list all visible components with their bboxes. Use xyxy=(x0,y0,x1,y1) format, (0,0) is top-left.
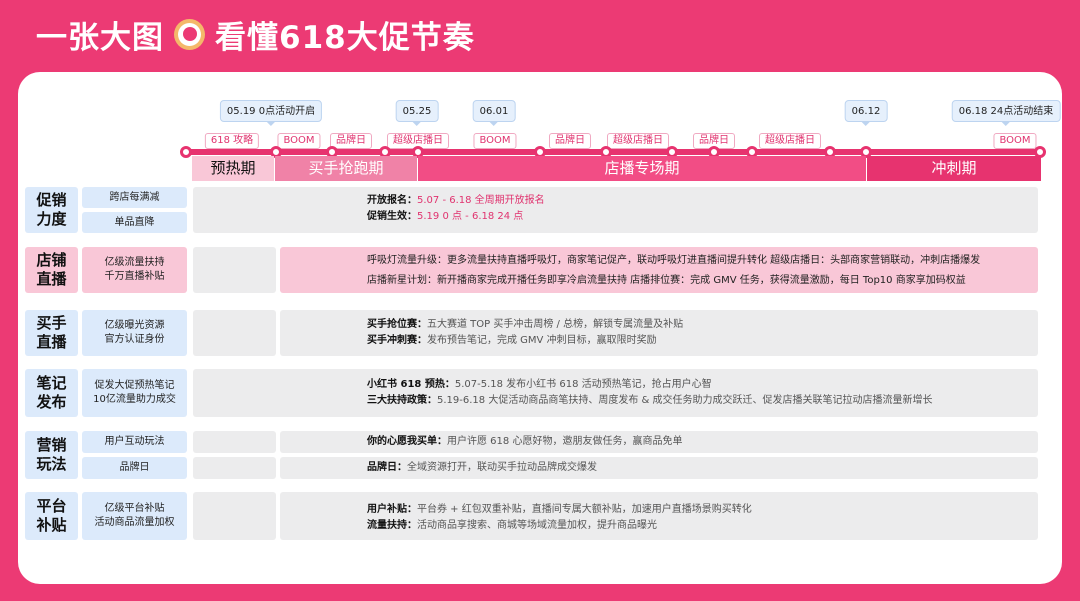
timeline-track xyxy=(186,149,1042,155)
row-detail-line: 你的心愿我买单：用户许愿 618 心愿好物，邀朋友做任务，赢商品免单 xyxy=(367,436,683,447)
row-sublabel: 品牌日 xyxy=(82,457,187,479)
row-band-empty xyxy=(193,431,276,453)
row-detail-line: 流量扶持：活动商品享搜索、商城等场域流量加权，提升商品曝光 xyxy=(367,520,657,531)
row-label-marketing: 营销 玩法 xyxy=(25,431,78,479)
row-sublabel: 亿级曝光资源 官方认证身份 xyxy=(82,310,187,356)
phase-sprint: 冲刺期 xyxy=(867,156,1041,181)
event-tag: 超级店播日 xyxy=(607,133,669,149)
title-text-after: 看懂618大促节奏 xyxy=(215,19,475,56)
event-tag: BOOM xyxy=(473,133,517,149)
page-title: 一张大图 看懂618大促节奏 xyxy=(36,12,475,56)
event-tag: 618 攻略 xyxy=(204,133,260,149)
row-label-promotion: 促销 力度 xyxy=(25,187,78,233)
date-pin-0601: 06.01 xyxy=(472,100,516,122)
row-sublabel: 促发大促预热笔记 10亿流量助力成交 xyxy=(82,369,187,417)
target-ring-icon xyxy=(174,18,205,50)
event-tag: 品牌日 xyxy=(549,133,591,149)
phase-buyer-rush: 买手抢跑期 xyxy=(275,156,417,181)
row-detail-line: 呼吸灯流量升级：更多流量扶持直播呼吸灯，商家笔记促产，联动呼吸灯进直播间提升转化… xyxy=(367,255,981,266)
date-pin-0519: 05.19 0点活动开启 xyxy=(219,100,323,122)
row-detail-line: 品牌日：全域资源打开，联动买手拉动品牌成交爆发 xyxy=(367,462,597,473)
row-label-store-live: 店铺 直播 xyxy=(25,247,78,293)
row-sublabel: 亿级流量扶持 千万直播补贴 xyxy=(82,247,187,293)
timeline-node xyxy=(180,146,192,158)
row-band-empty xyxy=(193,492,276,540)
row-band-empty xyxy=(193,457,276,479)
row-label-buyer-live: 买手 直播 xyxy=(25,310,78,356)
title-text-before: 一张大图 xyxy=(36,19,164,56)
row-label-notes: 笔记 发布 xyxy=(25,369,78,417)
date-pin-0612: 06.12 xyxy=(844,100,888,122)
row-detail-line: 店播新星计划：新开播商家完成开播任务即享冷启流量扶持 店播排位赛：完成 GMV … xyxy=(367,275,966,286)
event-tag: 超级店播日 xyxy=(759,133,821,149)
row-label-subsidy: 平台 补贴 xyxy=(25,492,78,540)
event-tag: BOOM xyxy=(277,133,321,149)
row-detail-line: 买手抢位赛：五大赛道 TOP 买手冲击周榜 / 总榜，解锁专属流量及补贴 xyxy=(367,319,684,330)
row-detail-line: 用户补贴：平台券 + 红包双重补贴，直播间专属大额补贴，加速用户直播场景购买转化 xyxy=(367,504,752,515)
date-pin-0618: 06.18 24点活动结束 xyxy=(951,100,1061,122)
row-sublabel: 用户互动玩法 xyxy=(82,431,187,453)
row-detail-line: 三大扶持政策：5.19-6.18 大促活动商品商笔扶持、周度发布 & 成交任务助… xyxy=(367,395,933,406)
phase-store-live: 店播专场期 xyxy=(418,156,866,181)
event-tag: BOOM xyxy=(993,133,1037,149)
row-detail-line: 小红书 618 预热：5.07-5.18 发布小红书 618 活动预热笔记，抢占… xyxy=(367,379,712,390)
date-pin-0525: 05.25 xyxy=(395,100,439,122)
row-detail-line: 开放报名：5.07 - 6.18 全周期开放报名 xyxy=(367,195,545,206)
row-sublabel: 单品直降 xyxy=(82,212,187,233)
event-tag: 品牌日 xyxy=(330,133,372,149)
row-band xyxy=(193,369,1038,417)
row-band-empty xyxy=(193,310,276,356)
phase-warmup: 预热期 xyxy=(192,156,274,181)
row-band xyxy=(193,187,1038,233)
row-detail-line: 买手冲刺赛：发布预告笔记，完成 GMV 冲刺目标，赢取限时奖励 xyxy=(367,335,657,346)
row-sublabel: 跨店每满减 xyxy=(82,187,187,208)
row-band xyxy=(280,310,1038,356)
row-detail-line: 促销生效：5.19 0 点 - 6.18 24 点 xyxy=(367,211,524,222)
row-band-empty xyxy=(193,247,276,293)
row-sublabel: 亿级平台补贴 活动商品流量加权 xyxy=(82,492,187,540)
